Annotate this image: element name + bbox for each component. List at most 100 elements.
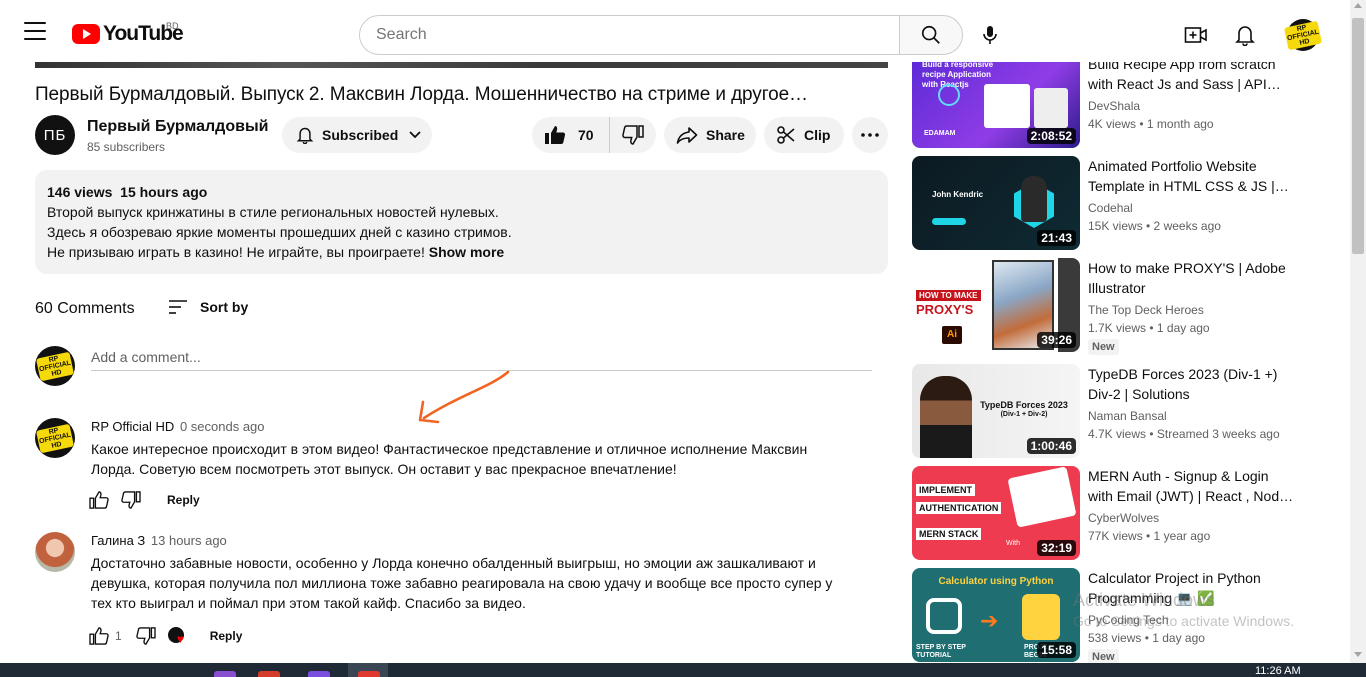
voice-search-button[interactable] [972, 17, 1008, 53]
windows-taskbar: 11:26 AM [0, 663, 1366, 677]
channel-avatar[interactable]: ПБ [35, 115, 75, 155]
video-thumbnail[interactable]: TypeDB Forces 2023 (Div-1 + Div-2) 1:00:… [912, 364, 1080, 458]
subscriber-count: 85 subscribers [87, 140, 166, 154]
like-dislike-group: 70 [532, 117, 656, 153]
thumbnail-caption: John Kendric [932, 190, 984, 199]
title-line: Animated Portfolio Website [1088, 158, 1257, 174]
bell-icon [296, 127, 314, 144]
comment-like-button[interactable] [87, 624, 111, 648]
video-thumbnail[interactable]: IMPLEMENT AUTHENTICATION MERN STACK With… [912, 466, 1080, 560]
like-button[interactable]: 70 [532, 117, 610, 153]
video-title: Первый Бурмалдовый. Выпуск 2. Максвин Ло… [35, 84, 808, 105]
more-horizontal-icon [861, 133, 879, 137]
comment-time[interactable]: 13 hours ago [151, 533, 227, 548]
subscribed-button[interactable]: Subscribed [282, 117, 432, 153]
recommended-channel[interactable]: CyberWolves [1088, 511, 1159, 525]
thumbnail-footer: EDAMAM [924, 130, 956, 137]
recommended-channel[interactable]: Naman Bansal [1088, 409, 1167, 423]
recommended-video[interactable]: John Kendric 21:43 Animated Portfolio We… [912, 156, 1342, 254]
youtube-play-icon [72, 24, 100, 44]
thumbnail-screen [984, 84, 1030, 128]
recommended-channel[interactable]: DevShala [1088, 99, 1140, 113]
heart-icon: ♥ [176, 632, 184, 646]
taskbar-app-icon[interactable] [308, 671, 330, 677]
thumbs-down-icon [135, 627, 156, 645]
recommended-channel[interactable]: The Top Deck Heroes [1088, 303, 1204, 317]
thumbnail-button [932, 218, 966, 225]
scrollbar-thumb[interactable] [1352, 18, 1364, 254]
dislike-button[interactable] [610, 117, 656, 153]
description-line-truncated: Не призываю играть в казино! Не играйте,… [47, 242, 876, 262]
recommended-video[interactable]: IMPLEMENT AUTHENTICATION MERN STACK With… [912, 466, 1342, 564]
thumbs-down-icon [121, 491, 141, 509]
more-actions-button[interactable] [852, 117, 888, 153]
recommended-meta: 538 views • 1 day ago [1088, 631, 1205, 645]
scroll-down-arrow-icon[interactable] [1354, 652, 1362, 657]
recommended-meta: 77K views • 1 year ago [1088, 529, 1211, 543]
video-thumbnail[interactable]: Calculator using Python ➔ STEP BY STEP T… [912, 568, 1080, 662]
taskbar-app-icon[interactable] [214, 671, 236, 677]
video-thumbnail[interactable]: John Kendric 21:43 [912, 156, 1080, 250]
recommended-meta: 1.7K views • 1 day ago [1088, 321, 1210, 335]
python-logo-icon [926, 598, 962, 634]
comment-dislike-button[interactable] [119, 488, 143, 512]
create-button[interactable] [1181, 20, 1211, 50]
account-avatar[interactable]: RP OFFICIAL HD [1283, 19, 1323, 51]
search-input[interactable] [359, 15, 900, 55]
recommended-video[interactable]: HOW TO MAKE PROXY'S Ai 39:26 How to make… [912, 258, 1342, 356]
comment-author[interactable]: RP Official HD [91, 419, 174, 434]
reply-button[interactable]: Reply [210, 629, 243, 643]
title-line: TypeDB Forces 2023 (Div-1 +) [1088, 366, 1278, 382]
upload-time: 15 hours ago [120, 184, 208, 200]
rp-official-logo: RP OFFICIAL HD [35, 351, 75, 381]
recommended-video[interactable]: Build a responsive recipe Application wi… [912, 54, 1342, 152]
recommended-title[interactable]: TypeDB Forces 2023 (Div-1 +) Div-2 | Sol… [1088, 364, 1298, 404]
recommended-title[interactable]: How to make PROXY'S | Adobe Illustrator [1088, 258, 1298, 298]
comment-author[interactable]: Галина З [91, 533, 145, 548]
thumbnail-screen [1034, 88, 1068, 128]
taskbar-app-icon[interactable] [258, 671, 280, 677]
comment-author-avatar[interactable]: RP OFFICIAL HD [35, 418, 75, 458]
comment-text-line: Лорда. Советую всем посмотреть этот выпу… [91, 461, 677, 477]
chrome-icon[interactable] [358, 671, 380, 677]
comment-author-avatar[interactable] [35, 532, 75, 572]
recommended-title[interactable]: Animated Portfolio Website Template in H… [1088, 156, 1298, 196]
video-thumbnail[interactable]: HOW TO MAKE PROXY'S Ai 39:26 [912, 258, 1080, 352]
page-scrollbar[interactable] [1350, 0, 1366, 663]
recommended-video[interactable]: TypeDB Forces 2023 (Div-1 + Div-2) 1:00:… [912, 364, 1342, 462]
masthead: YouTube BD RPOFFICIALHD [0, 0, 1350, 62]
video-player-bottom[interactable] [35, 62, 888, 68]
share-button[interactable]: Share [664, 117, 756, 153]
scroll-up-arrow-icon[interactable] [1354, 3, 1362, 8]
search-button[interactable] [899, 15, 963, 55]
comment-text-line: Достаточно забавные новости, особенно у … [91, 555, 816, 571]
creator-heart-badge: ♥ [167, 627, 186, 646]
comment-dislike-button[interactable] [134, 624, 158, 648]
share-icon [676, 127, 698, 144]
video-duration: 15:58 [1037, 642, 1076, 658]
comment-like-button[interactable] [87, 488, 111, 512]
channel-name[interactable]: Первый Бурмалдовый [87, 118, 268, 136]
thumbnail-footer: PROXY'S [916, 302, 974, 317]
reply-button[interactable]: Reply [167, 493, 200, 507]
comment-text: Достаточно забавные новости, особенно у … [91, 553, 851, 613]
guide-menu-icon[interactable] [22, 22, 48, 42]
description-box[interactable]: 146 views 15 hours ago Второй выпуск кри… [35, 170, 888, 274]
recommended-meta: 15K views • 2 weeks ago [1088, 219, 1221, 233]
notifications-button[interactable] [1230, 20, 1260, 50]
video-thumbnail[interactable]: Build a responsive recipe Application wi… [912, 54, 1080, 148]
search-icon [921, 25, 940, 44]
annotation-arrow [418, 370, 510, 424]
comment-header: RP Official HD 0 seconds ago [91, 419, 265, 434]
sort-icon [169, 300, 187, 314]
scissors-icon [777, 126, 795, 144]
thumbnail-footer: MERN STACK [916, 528, 982, 540]
new-badge: New [1088, 339, 1119, 355]
video-duration: 32:19 [1037, 540, 1076, 556]
comment-time[interactable]: 0 seconds ago [180, 419, 265, 434]
clip-button[interactable]: Clip [764, 117, 844, 153]
recommended-title[interactable]: MERN Auth - Signup & Login with Email (J… [1088, 466, 1298, 506]
show-more-link[interactable]: Show more [429, 244, 504, 260]
sort-by-button[interactable]: Sort by [168, 296, 248, 318]
recommended-channel[interactable]: Codehal [1088, 201, 1133, 215]
